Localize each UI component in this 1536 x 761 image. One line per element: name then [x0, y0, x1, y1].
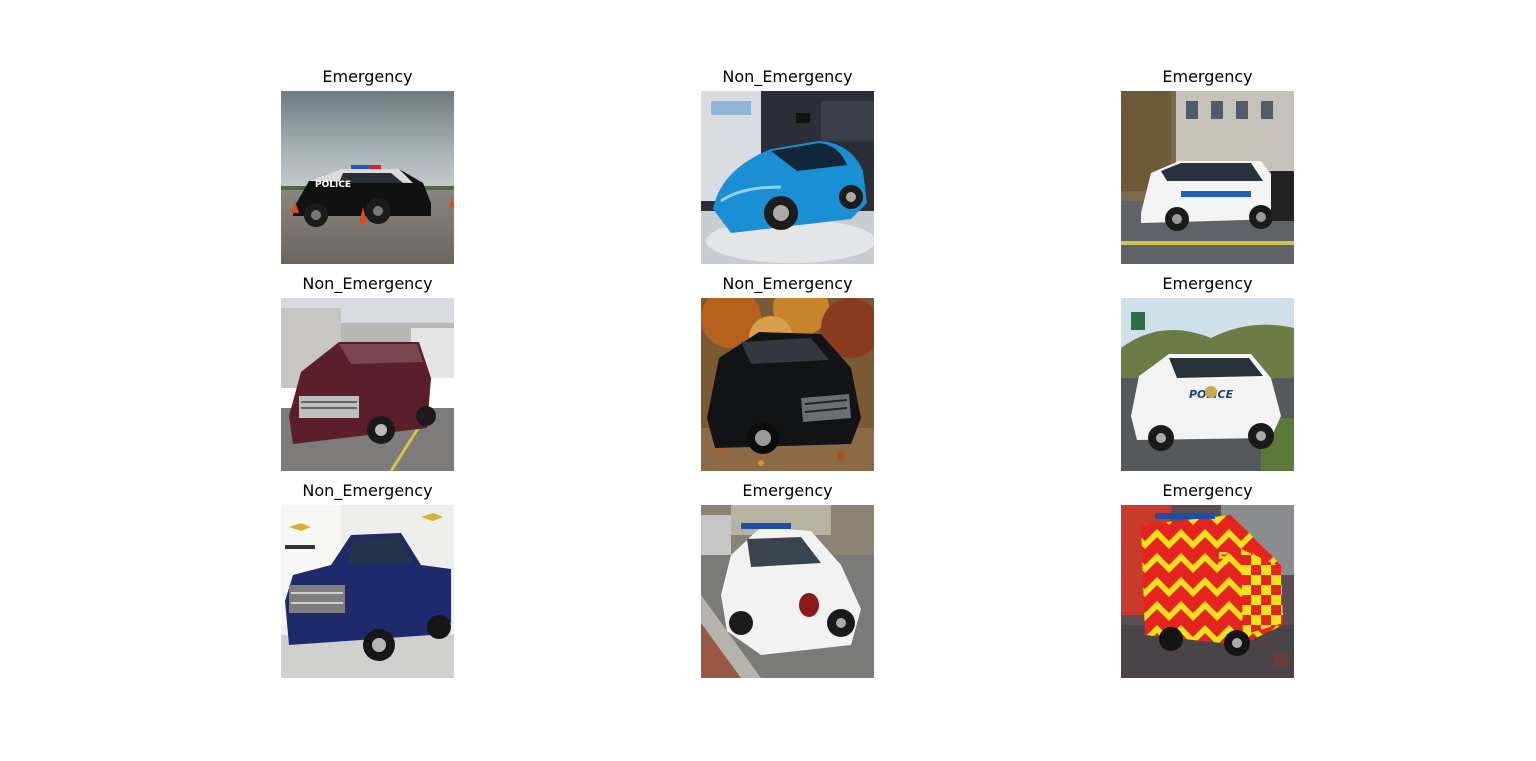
panel-title: Emergency	[322, 67, 413, 86]
vehicle-image	[701, 298, 874, 471]
vehicle-image: POLICE	[281, 91, 454, 264]
panel-title: Non_Emergency	[722, 274, 853, 293]
vehicle-image: 5	[1121, 505, 1294, 678]
vehicle-image	[1121, 91, 1294, 264]
car-decal-text: POLICE	[315, 180, 351, 190]
image-grid-figure: Emergency POLICE Non_Emergency Emergency…	[0, 0, 1536, 761]
vehicle-image	[701, 91, 874, 264]
vehicle-image	[281, 505, 454, 678]
panel-title: Emergency	[1162, 481, 1253, 500]
panel-title: Emergency	[1162, 274, 1253, 293]
vehicle-image: POLICE	[1121, 298, 1294, 471]
panel-title: Emergency	[742, 481, 833, 500]
vehicle-image	[281, 298, 454, 471]
panel-title: Non_Emergency	[302, 481, 433, 500]
panel-title: Non_Emergency	[722, 67, 853, 86]
panel-title: Emergency	[1162, 67, 1253, 86]
vehicle-number-text: 5	[1217, 549, 1230, 570]
vehicle-image	[701, 505, 874, 678]
panel-title: Non_Emergency	[302, 274, 433, 293]
